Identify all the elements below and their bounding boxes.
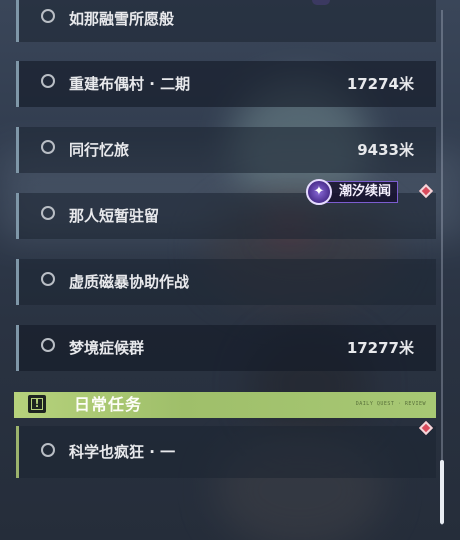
header-decoration-text: DAILY QUEST · REVIEW: [355, 401, 426, 407]
quest-item[interactable]: 如那融雪所愿般: [16, 0, 436, 42]
quest-status-circle-icon: [41, 338, 55, 352]
daily-quests-title: 日常任务: [74, 395, 143, 414]
quest-title: 如那融雪所愿般: [69, 10, 175, 28]
quest-distance: 17277米: [346, 339, 414, 357]
quest-title: 虚质磁暴协助作战: [69, 273, 190, 291]
tide-event-label: 潮汐续闻: [324, 181, 399, 203]
quest-title: 重建布偶村 · 二期: [69, 75, 191, 93]
quest-status-circle-icon: [41, 443, 55, 457]
quest-tracker-screen: 如那融雪所愿般 重建布偶村 · 二期 17274米 同行忆旅 9433米 那人短…: [0, 0, 460, 540]
quest-title: 梦境症候群: [69, 339, 145, 357]
daily-quests-header[interactable]: ! 日常任务 DAILY QUEST · REVIEW: [14, 392, 436, 418]
quest-status-circle-icon: [41, 74, 55, 88]
tide-emblem-icon: [306, 179, 332, 205]
quest-distance: 17274米: [346, 75, 414, 93]
daily-quest-item[interactable]: 科学也疯狂 · 一: [16, 426, 436, 478]
quest-distance: 9433米: [357, 141, 414, 159]
quest-status-circle-icon: [41, 140, 55, 154]
scrollbar-track[interactable]: [441, 10, 443, 525]
scrollbar-thumb[interactable]: [440, 460, 444, 524]
quest-status-circle-icon: [41, 206, 55, 220]
quest-item[interactable]: 梦境症候群 17277米: [16, 325, 436, 371]
quest-item[interactable]: 虚质磁暴协助作战: [16, 259, 436, 305]
quest-title: 那人短暂驻留: [69, 207, 160, 225]
quest-item[interactable]: 同行忆旅 9433米: [16, 127, 436, 173]
quest-title: 科学也疯狂 · 一: [69, 443, 176, 461]
quest-status-circle-icon: [41, 9, 55, 23]
quest-item[interactable]: 重建布偶村 · 二期 17274米: [16, 61, 436, 107]
exclamation-icon: !: [28, 395, 46, 413]
quest-status-circle-icon: [41, 272, 55, 286]
quest-title: 同行忆旅: [69, 141, 130, 159]
